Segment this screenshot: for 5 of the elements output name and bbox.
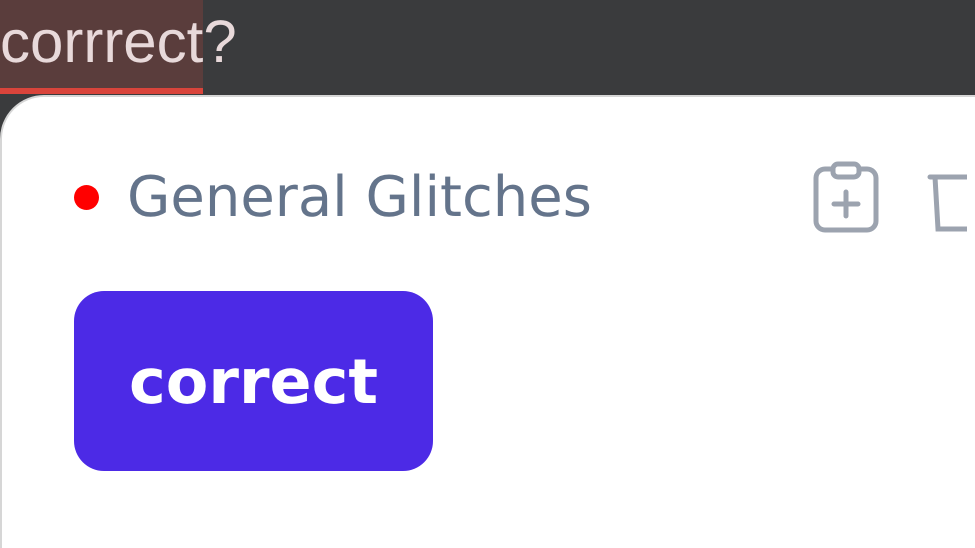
editor-text: ? — [203, 7, 237, 72]
misspelled-word: corrrect — [0, 0, 204, 94]
category-title: General Glitches — [127, 164, 593, 230]
clipboard-plus-icon[interactable] — [813, 161, 879, 233]
suggestion-button[interactable]: correct — [74, 291, 433, 471]
